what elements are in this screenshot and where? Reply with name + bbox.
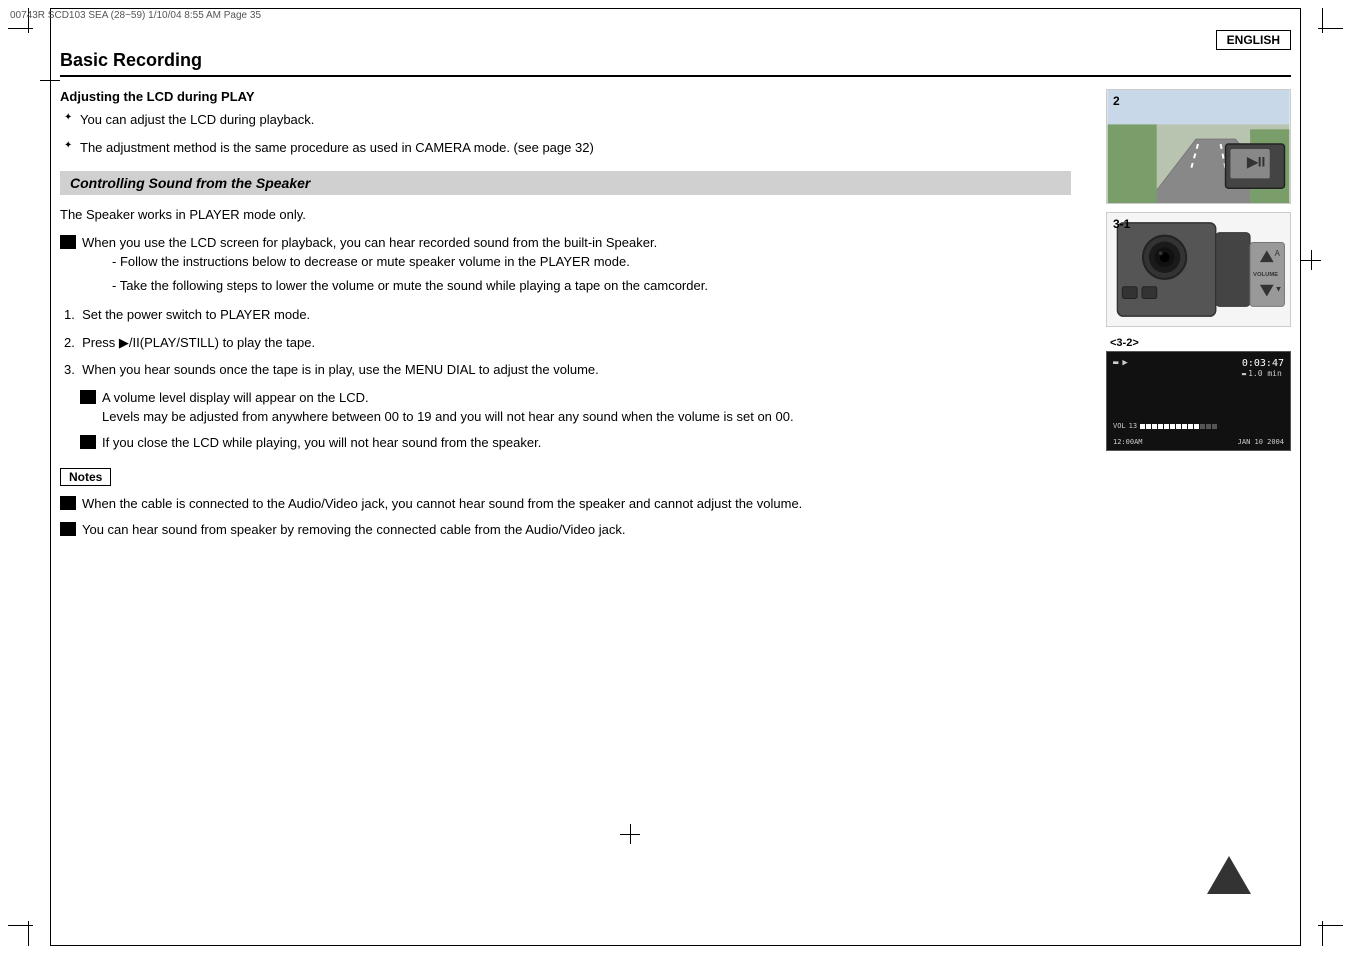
sq-bullet-content: When you use the LCD screen for playback…	[82, 233, 1071, 300]
subsection2-intro: The Speaker works in PLAYER mode only.	[60, 205, 1071, 225]
vol-number: 13	[1129, 422, 1137, 430]
notes-item-1-text: When the cable is connected to the Audio…	[82, 494, 1071, 514]
lcd-date: JAN 10 2004	[1238, 438, 1284, 446]
vol-seg	[1176, 424, 1181, 429]
svg-text:▼: ▼	[1275, 285, 1283, 294]
num-item-2: 2. Press ▶/II(PLAY/STILL) to play the ta…	[64, 333, 1071, 353]
cam-label-2: 3-1	[1113, 217, 1130, 231]
svg-text:▶II: ▶II	[1246, 155, 1265, 170]
subsection1-title: Adjusting the LCD during PLAY	[60, 89, 1071, 104]
vol-seg	[1152, 424, 1157, 429]
num-item-3: 3. When you hear sounds once the tape is…	[64, 360, 1071, 380]
camera-svg-2: VOLUME A ▼	[1107, 213, 1290, 326]
page-number: 35	[1199, 911, 1213, 926]
lcd-tape-icons: ▬ ▶	[1113, 358, 1128, 368]
page-num-wrapper: 35	[1207, 856, 1251, 894]
play-icon: ▶	[1122, 358, 1127, 368]
page: 00743R SCD103 SEA (28~59) 1/10/04 8:55 A…	[0, 0, 1351, 954]
right-column: 2	[1091, 89, 1291, 545]
notes-item-1: When the cable is connected to the Audio…	[60, 494, 1071, 514]
vol-seg	[1158, 424, 1163, 429]
bullet-2: The adjustment method is the same proced…	[80, 138, 1071, 158]
vol-label: VOL	[1113, 422, 1126, 430]
dash-item-1: Follow the instructions below to decreas…	[112, 252, 1071, 272]
notes-bullet-icon-1	[60, 496, 76, 510]
sq-bullet-icon-3	[80, 435, 96, 449]
left-column: Adjusting the LCD during PLAY You can ad…	[60, 89, 1071, 545]
notes-item-2: You can hear sound from speaker by remov…	[60, 520, 1071, 540]
notes-item-2-text: You can hear sound from speaker by remov…	[82, 520, 1071, 540]
vol-seg	[1194, 424, 1199, 429]
lcd-tape-remain: ▬ 1.0 min	[1242, 369, 1284, 378]
sq-sub-bullet-content-2: If you close the LCD while playing, you …	[102, 433, 1071, 453]
lcd-screen: ▬ ▶ 0:03:47 ▬ 1.0 min	[1106, 351, 1291, 451]
vol-bar-row: VOL 13	[1113, 422, 1284, 430]
num-item-1: 1. Set the power switch to PLAYER mode.	[64, 305, 1071, 325]
dash-item-2: Take the following steps to lower the vo…	[112, 276, 1071, 296]
sq-bullet-icon	[60, 235, 76, 249]
camera-svg-1: ▶II	[1107, 90, 1290, 203]
vol-seg	[1164, 424, 1169, 429]
sq-sub-bullet-2: If you close the LCD while playing, you …	[80, 433, 1071, 453]
svg-text:VOLUME: VOLUME	[1253, 272, 1278, 278]
lcd-counter-area: 0:03:47 ▬ 1.0 min	[1242, 358, 1284, 378]
page-number-container: 35	[1207, 856, 1251, 894]
vol-seg	[1188, 424, 1193, 429]
vol-seg	[1212, 424, 1217, 429]
vol-seg	[1182, 424, 1187, 429]
vol-segments	[1140, 424, 1217, 429]
vol-seg	[1140, 424, 1145, 429]
page-num-triangle	[1207, 856, 1251, 894]
subsection2-title: Controlling Sound from the Speaker	[60, 171, 1071, 195]
sq-bullet-icon-2	[80, 390, 96, 404]
sq-bullet-1: When you use the LCD screen for playback…	[60, 233, 1071, 300]
tape-icon: ▬	[1113, 358, 1118, 368]
sq-sub-bullet-content-1: A volume level display will appear on th…	[102, 388, 1071, 427]
cam-label-1: 2	[1113, 94, 1120, 108]
vol-seg	[1170, 424, 1175, 429]
lcd-vol-area: VOL 13	[1113, 422, 1284, 432]
lcd-clock: 12:00AM	[1113, 438, 1143, 446]
sq-bullet-text: When you use the LCD screen for playback…	[82, 233, 1071, 253]
vol-seg	[1146, 424, 1151, 429]
header-text: 00743R SCD103 SEA (28~59) 1/10/04 8:55 A…	[10, 10, 261, 21]
camera-image-1: 2	[1106, 89, 1291, 204]
notes-box: Notes	[60, 468, 111, 486]
lcd-bottom-row: 12:00AM JAN 10 2004	[1113, 438, 1284, 446]
bullet-1: You can adjust the LCD during playback.	[80, 110, 1071, 130]
svg-text:A: A	[1275, 249, 1281, 258]
lcd-time-display: 0:03:47	[1242, 358, 1284, 369]
english-badge: ENGLISH	[1216, 30, 1291, 50]
tape-icon-small: ▬	[1242, 370, 1246, 378]
lcd-label: <3-2>	[1106, 335, 1291, 351]
vol-seg	[1200, 424, 1205, 429]
lcd-display-container: <3-2> ▬ ▶ 0:03:47 ▬	[1106, 335, 1291, 451]
notes-bullet-icon-2	[60, 522, 76, 536]
section-title: Basic Recording	[60, 50, 1291, 77]
main-content: Basic Recording Adjusting the LCD during…	[60, 50, 1291, 545]
sq-sub-bullet-1: A volume level display will appear on th…	[80, 388, 1071, 427]
vol-seg	[1206, 424, 1211, 429]
camera-image-2: 3-1	[1106, 212, 1291, 327]
lcd-top-row: ▬ ▶ 0:03:47 ▬ 1.0 min	[1113, 358, 1284, 378]
two-col-layout: Adjusting the LCD during PLAY You can ad…	[60, 89, 1291, 545]
